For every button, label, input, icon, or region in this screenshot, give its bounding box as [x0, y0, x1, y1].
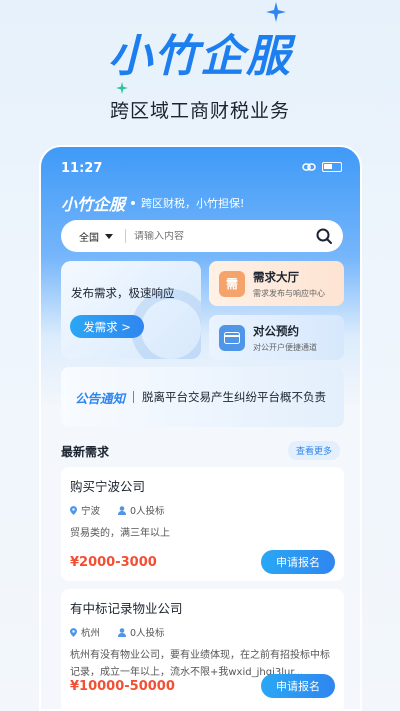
request-price: ¥2000-3000 — [70, 554, 157, 570]
hero-subtitle: 跨区域工商财税业务 — [109, 100, 290, 122]
search-icon[interactable] — [315, 227, 333, 245]
link-icon — [302, 163, 316, 171]
view-more-button[interactable]: 查看更多 — [287, 441, 340, 460]
list-item[interactable]: 有中标记录物业公司 杭州 0人投标 杭州有没有物业公司，要有业绩体现，在之前有招… — [61, 589, 344, 709]
separator-dot — [131, 201, 136, 205]
dropdown-arrow-icon[interactable] — [105, 233, 113, 239]
battery-icon — [322, 162, 342, 172]
notice-banner[interactable]: 公告通知 脱离平台交易产生纠纷平台概不负责 — [61, 367, 344, 427]
demand-hall-subtitle: 需求发布与响应中心 — [253, 288, 325, 298]
request-title: 有中标记录物业公司 — [70, 601, 183, 616]
status-bar: 11:27 — [61, 161, 342, 177]
demand-hall-card[interactable]: 需 需求大厅 需求发布与响应中心 — [209, 261, 344, 306]
divider — [125, 229, 126, 243]
app-header: 小竹企服 跨区财税，小竹担保! — [61, 191, 244, 215]
corporate-booking-subtitle: 对公开户便捷通道 — [253, 342, 317, 352]
notice-message: 脱离平台交易产生纠纷平台概不负责 — [142, 390, 327, 404]
notice-divider — [133, 391, 135, 403]
search-input[interactable] — [134, 230, 315, 242]
list-item[interactable]: 购买宁波公司 宁波 0人投标 贸易类的，满三年以上 ¥2000-3000 申请报… — [61, 467, 344, 581]
request-description: 贸易类的，满三年以上 — [70, 528, 170, 539]
phone-screen: 11:27 小竹企服 跨区财税，小竹担保! 全国 发布需求，极速响应 发需求 >… — [39, 145, 362, 711]
publish-card[interactable]: 发布需求，极速响应 发需求 > — [61, 261, 201, 359]
bank-card-icon — [219, 324, 245, 351]
apply-button[interactable]: 申请报名 — [261, 550, 335, 574]
region-select[interactable]: 全国 — [79, 229, 99, 244]
apply-button[interactable]: 申请报名 — [261, 674, 335, 698]
app-brand: 小竹企服 — [61, 195, 126, 214]
request-bids: 0人投标 — [130, 506, 165, 517]
corporate-booking-card[interactable]: 对公预约 对公开户便捷通道 — [209, 315, 344, 360]
sparkle-icon — [266, 2, 286, 22]
status-time: 11:27 — [61, 161, 103, 176]
location-icon — [70, 627, 77, 637]
notice-tag: 公告通知 — [75, 390, 126, 406]
search-bar: 全国 — [61, 220, 343, 252]
publish-button[interactable]: 发需求 > — [70, 315, 144, 338]
corporate-booking-title: 对公预约 — [253, 323, 299, 338]
request-bids: 0人投标 — [130, 628, 165, 639]
section-title: 最新需求 — [61, 445, 110, 459]
request-title: 购买宁波公司 — [70, 479, 146, 494]
request-location: 杭州 — [81, 628, 101, 639]
demand-hall-icon: 需 — [219, 270, 245, 297]
latest-section-header: 最新需求 查看更多 — [61, 441, 340, 460]
demand-hall-title: 需求大厅 — [253, 269, 299, 284]
hero-title: 小竹企服 — [108, 31, 292, 82]
location-icon — [70, 505, 77, 515]
user-icon — [118, 627, 127, 637]
user-icon — [118, 505, 127, 515]
request-location: 宁波 — [81, 506, 101, 517]
request-price: ¥10000-50000 — [70, 678, 175, 694]
publish-text: 发布需求，极速响应 — [71, 286, 175, 300]
app-slogan: 跨区财税，小竹担保! — [141, 197, 245, 210]
